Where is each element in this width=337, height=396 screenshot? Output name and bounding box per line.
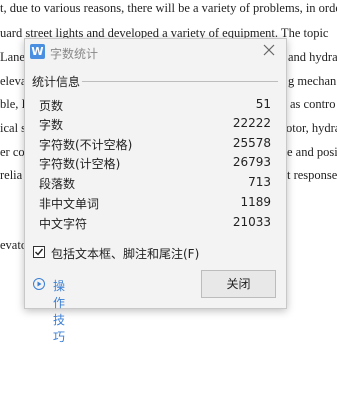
- doc-text-fragment: as contro: [290, 97, 336, 111]
- stat-label: 字符数(计空格): [39, 157, 121, 171]
- include-textboxes-checkbox-row[interactable]: 包括文本框、脚注和尾注(F): [33, 245, 273, 261]
- close-button[interactable]: 关闭: [201, 270, 276, 298]
- doc-text-fragment: e and posit: [287, 145, 337, 159]
- stat-row-chars-with-spaces: 字符数(计空格) 26793: [39, 155, 271, 173]
- stat-value: 21033: [232, 215, 271, 229]
- doc-text-fragment: g mechan: [288, 74, 337, 88]
- doc-text-fragment: relia: [0, 168, 23, 182]
- include-textboxes-checkbox[interactable]: [33, 246, 45, 258]
- doc-text-fragment: otor, hydra: [286, 121, 337, 135]
- stat-row-chars-no-spaces: 字符数(不计空格) 25578: [39, 136, 271, 154]
- stat-label: 字数: [39, 118, 64, 132]
- stat-value: 713: [248, 175, 271, 189]
- group-divider: [82, 81, 278, 82]
- stat-value: 22222: [232, 116, 271, 130]
- doc-text-fragment: ical s: [0, 121, 27, 135]
- doc-text-fragment: and hydra: [288, 50, 337, 64]
- stat-row-pages: 页数 51: [39, 97, 271, 115]
- doc-text-fragment: Lane: [0, 50, 25, 64]
- doc-text-fragment: er co: [0, 145, 25, 159]
- dialog-title: 字数统计: [50, 47, 99, 61]
- stat-label: 页数: [39, 99, 64, 113]
- play-circle-icon: [33, 278, 45, 290]
- stat-label: 非中文单词: [39, 197, 100, 211]
- stat-label: 中文字符: [39, 217, 88, 231]
- stat-row-non-chinese-words: 非中文单词 1189: [39, 195, 271, 213]
- statistics-group-title: 统计信息: [32, 75, 81, 89]
- doc-text-fragment: t response: [287, 168, 337, 182]
- stat-row-paragraphs: 段落数 713: [39, 175, 271, 193]
- stat-value: 25578: [232, 136, 271, 150]
- word-count-dialog: W 字数统计 统计信息 页数 51 字数 22222 字符数(不计空格) 255…: [24, 38, 287, 344]
- include-textboxes-label[interactable]: 包括文本框、脚注和尾注(F): [51, 245, 199, 262]
- stat-value: 26793: [232, 155, 271, 169]
- doc-text-fragment: eleva: [0, 74, 27, 88]
- doc-text-fragment: ble, I: [0, 97, 26, 111]
- tips-label[interactable]: 操作技巧: [53, 277, 65, 345]
- stat-value: 1189: [240, 195, 271, 209]
- stat-value: 51: [255, 97, 271, 111]
- dialog-titlebar[interactable]: W 字数统计: [25, 39, 286, 66]
- stat-row-words: 字数 22222: [39, 116, 271, 134]
- stat-label: 段落数: [39, 177, 76, 191]
- doc-text-line: t, due to various reasons, there will be…: [0, 1, 337, 15]
- wps-writer-icon: W: [30, 44, 45, 59]
- close-icon[interactable]: [261, 42, 277, 58]
- stat-label: 字符数(不计空格): [39, 138, 133, 152]
- stat-row-chinese-chars: 中文字符 21033: [39, 215, 271, 233]
